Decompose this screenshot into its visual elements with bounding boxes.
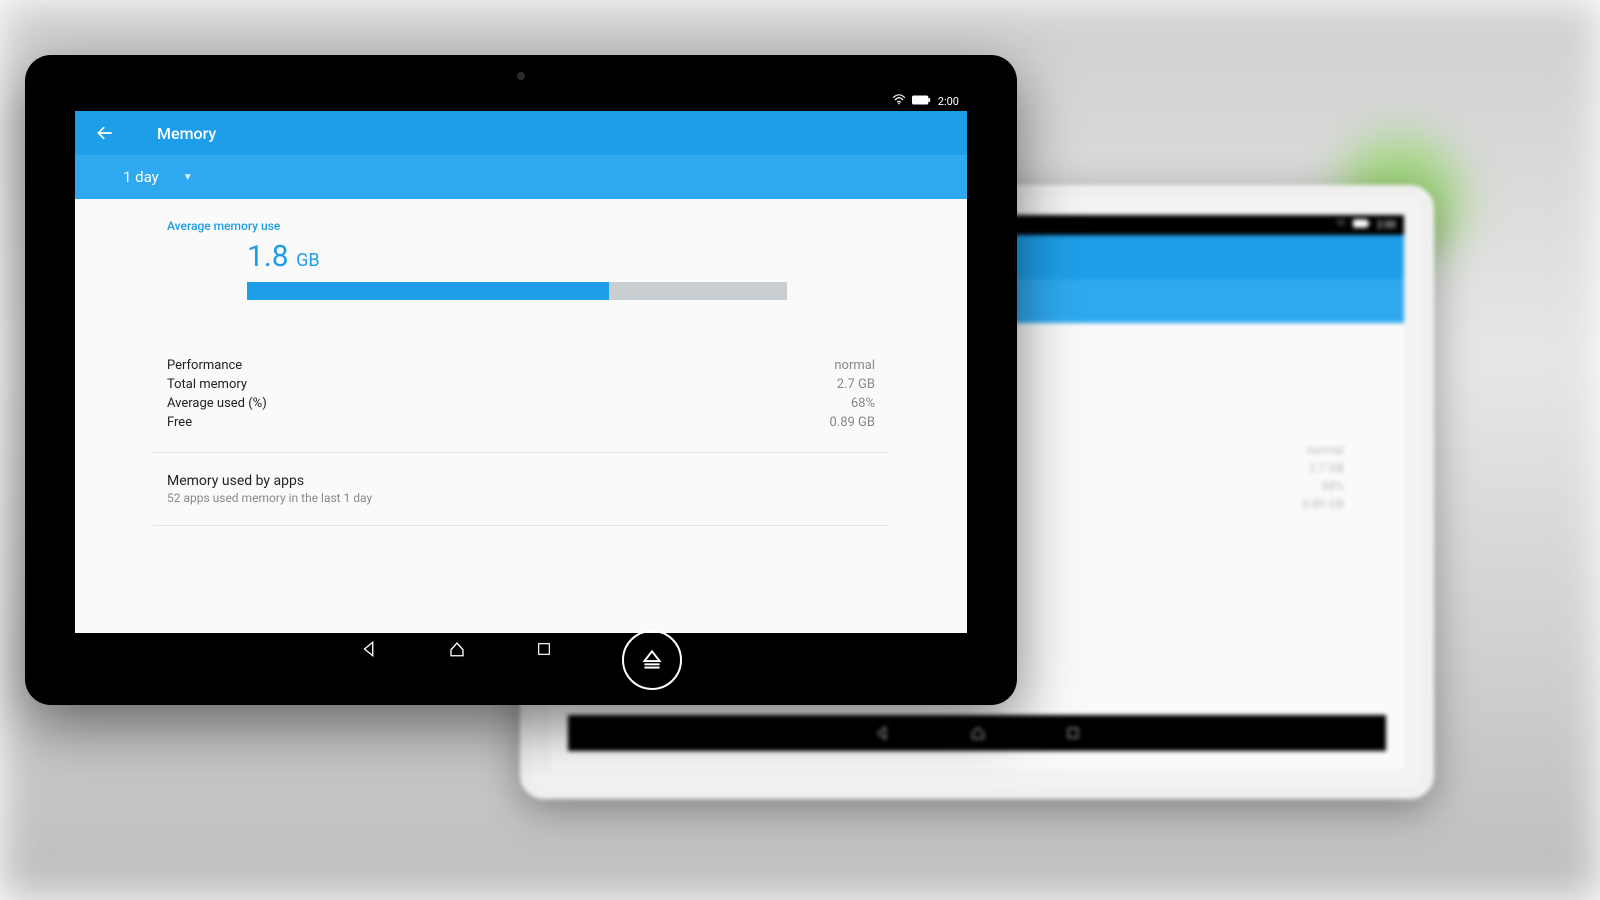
stat-label: Total memory: [167, 377, 247, 392]
apps-section[interactable]: Memory used by apps 52 apps used memory …: [75, 465, 967, 513]
stat-row-total: Total memory 2.7 GB: [167, 375, 875, 394]
stats-section: Performance normal Total memory 2.7 GB A…: [75, 348, 967, 440]
nav-recent-button[interactable]: [536, 641, 552, 661]
primary-tablet-frame: 2:00 Memory 1 day ▼ Average memory use 1…: [25, 55, 1017, 705]
stat-value: 68%: [851, 396, 875, 411]
memory-usage-bar: [247, 282, 787, 300]
status-bar: 2:00: [75, 91, 967, 111]
stat-label: Free: [167, 415, 192, 430]
status-time: 2:00: [938, 95, 959, 108]
stat-label: Performance: [167, 358, 242, 373]
stat-row-free: Free 0.89 GB: [167, 413, 875, 432]
nav-back-button[interactable]: [360, 640, 378, 662]
app-bar: Memory: [75, 111, 967, 155]
battery-icon: [912, 95, 932, 108]
front-camera: [517, 72, 525, 80]
nav-eject-button[interactable]: [622, 630, 682, 690]
battery-icon: [1353, 219, 1371, 231]
secondary-status-time: 2:00: [1377, 220, 1396, 231]
nav-back-icon: [874, 725, 890, 741]
nav-recent-icon: [536, 641, 552, 657]
average-section: Average memory use 1.8 GB: [75, 211, 967, 308]
average-number: 1.8: [247, 239, 289, 274]
apps-section-subtitle: 52 apps used memory in the last 1 day: [167, 491, 875, 505]
secondary-navbar: [568, 715, 1386, 751]
average-value: 1.8 GB: [247, 239, 875, 274]
time-range-value: 1 day: [123, 168, 159, 186]
wifi-icon: [892, 94, 906, 108]
nav-home-icon: [448, 640, 466, 658]
page-title: Memory: [157, 124, 216, 143]
primary-tablet-screen: 2:00 Memory 1 day ▼ Average memory use 1…: [75, 91, 967, 669]
stat-value: normal: [834, 358, 875, 373]
nav-home-button[interactable]: [448, 640, 466, 662]
average-label: Average memory use: [167, 219, 875, 233]
stat-label: Average used (%): [167, 396, 267, 411]
eject-icon: [639, 647, 665, 673]
section-divider: [153, 525, 889, 526]
stat-row-performance: Performance normal: [167, 356, 875, 375]
apps-section-title: Memory used by apps: [167, 473, 875, 489]
nav-home-icon: [970, 725, 986, 741]
nav-recent-icon: [1066, 726, 1080, 740]
section-divider: [153, 452, 889, 453]
content-area: Average memory use 1.8 GB Performance no…: [75, 199, 967, 633]
navigation-bar: [75, 633, 967, 669]
average-unit: GB: [296, 250, 319, 271]
time-range-spinner[interactable]: 1 day ▼: [75, 155, 967, 199]
memory-usage-bar-fill: [247, 282, 609, 300]
stat-value: 0.89 GB: [829, 415, 875, 430]
stat-row-avgpct: Average used (%) 68%: [167, 394, 875, 413]
stat-value: 2.7 GB: [837, 377, 875, 392]
back-arrow-icon[interactable]: [95, 123, 115, 143]
nav-back-icon: [360, 640, 378, 658]
chevron-down-icon: ▼: [183, 172, 193, 183]
wifi-icon: [1335, 219, 1347, 232]
